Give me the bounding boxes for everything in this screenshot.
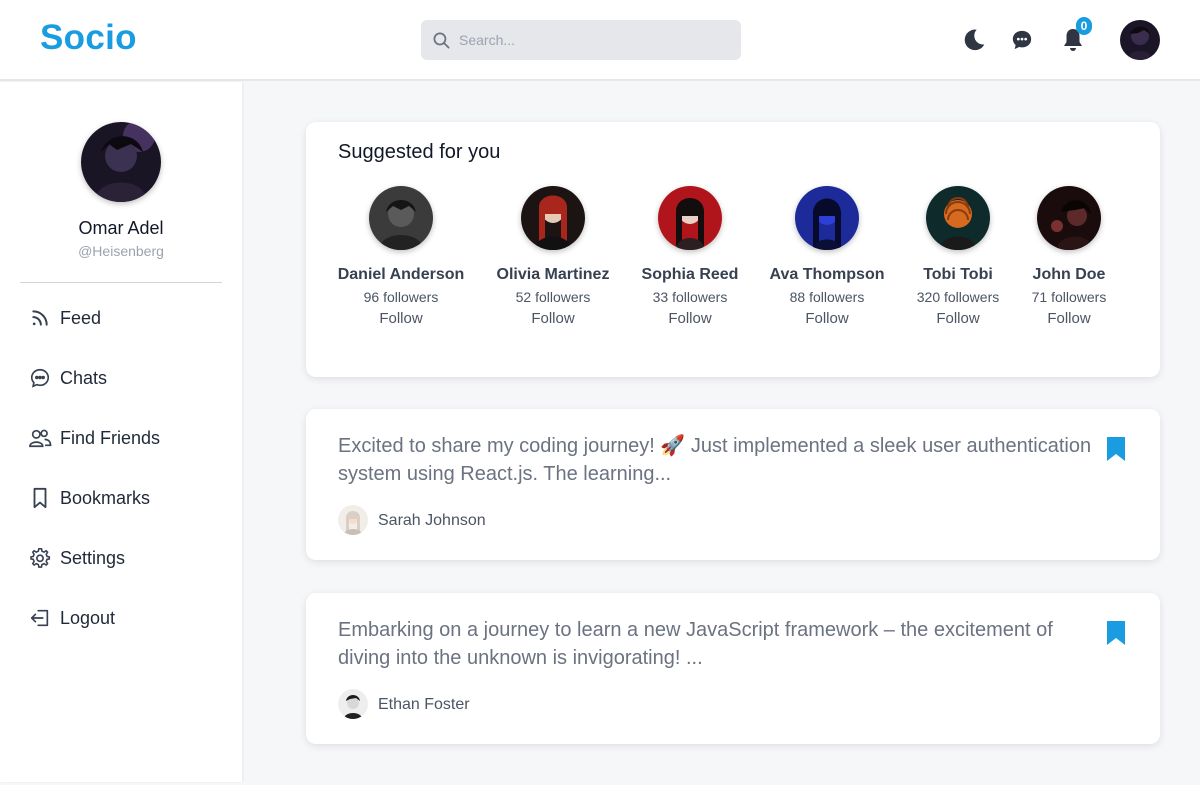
suggested-user-followers: 33 followers [652,289,728,305]
profile-name[interactable]: Omar Adel [0,218,242,239]
chat-bubble-icon [28,366,52,390]
suggested-user-avatar[interactable] [658,186,722,250]
follow-button[interactable]: Follow [994,310,1144,327]
sidebar-item-logout[interactable]: Logout [28,603,228,633]
post-author-name[interactable]: Ethan Foster [378,696,470,714]
post-author-avatar[interactable] [338,505,368,535]
profile-avatar[interactable] [81,122,161,202]
suggested-user-avatar[interactable] [795,186,859,250]
app-logo[interactable]: Socio [40,18,137,58]
sidebar-item-settings[interactable]: Settings [28,543,228,573]
suggested-user-followers: 52 followers [515,289,591,305]
sidebar-item-label: Logout [60,607,116,628]
suggested-user-followers: 88 followers [789,289,865,305]
suggested-user: John Doe 71 followers Follow [994,186,1144,327]
search-icon [432,31,451,55]
search-bar[interactable] [421,20,741,60]
sidebar-item-chats[interactable]: Chats [28,363,228,393]
search-input[interactable] [459,20,729,60]
suggested-user-name[interactable]: Ava Thompson [752,266,902,284]
bookmark-outline-icon [28,486,52,510]
rss-icon [28,306,52,330]
sidebar-item-label: Bookmarks [60,487,151,508]
suggested-user-followers: 96 followers [363,289,439,305]
left-sidebar: Omar Adel @Heisenberg Feed Chats Find Fr… [0,82,242,782]
post-card[interactable]: Embarking on a journey to learn a new Ja… [306,593,1160,744]
suggested-user-avatar[interactable] [521,186,585,250]
post-card[interactable]: Excited to share my coding journey! 🚀 Ju… [306,409,1160,560]
sidebar-item-find-friends[interactable]: Find Friends [28,423,228,453]
suggested-user-name[interactable]: Sophia Reed [615,266,765,284]
suggested-user: Olivia Martinez 52 followers Follow [478,186,628,327]
suggested-user-avatar[interactable] [369,186,433,250]
suggestions-title: Suggested for you [338,141,501,163]
suggested-user-name[interactable]: John Doe [994,266,1144,284]
moon-icon[interactable] [961,27,987,58]
header-avatar[interactable] [1120,20,1160,60]
follow-button[interactable]: Follow [615,310,765,327]
post-text[interactable]: Excited to share my coding journey! 🚀 Ju… [338,432,1098,488]
bookmark-icon[interactable] [1106,620,1126,651]
post-author-name[interactable]: Sarah Johnson [378,512,486,530]
suggested-user-followers: 71 followers [1031,289,1107,305]
chat-icon[interactable] [1011,29,1033,56]
follow-button[interactable]: Follow [478,310,628,327]
suggested-user-name[interactable]: Daniel Anderson [326,266,476,284]
suggested-user: Ava Thompson 88 followers Follow [752,186,902,327]
profile-handle: @Heisenberg [78,243,164,259]
post-text[interactable]: Embarking on a journey to learn a new Ja… [338,616,1098,672]
bookmark-icon[interactable] [1106,436,1126,467]
post-author-avatar[interactable] [338,689,368,719]
sidebar-item-label: Feed [60,307,102,328]
suggested-user-name[interactable]: Olivia Martinez [478,266,628,284]
suggested-user: Sophia Reed 33 followers Follow [615,186,765,327]
sidebar-item-label: Chats [60,367,108,388]
suggestions-card: Suggested for you Daniel Anderson 96 fol… [306,122,1160,377]
sidebar-item-feed[interactable]: Feed [28,303,228,333]
follow-button[interactable]: Follow [752,310,902,327]
suggested-user-avatar[interactable] [1037,186,1101,250]
logout-icon [28,606,52,630]
notification-badge: 0 [1076,17,1092,35]
sidebar-item-label: Find Friends [60,427,161,448]
sidebar-item-label: Settings [60,547,126,568]
users-icon [28,426,52,450]
top-header: Socio 0 [0,0,1200,81]
gear-icon [28,546,52,570]
suggested-user: Daniel Anderson 96 followers Follow [326,186,476,327]
suggested-user-avatar[interactable] [926,186,990,250]
sidebar-divider [20,282,222,283]
sidebar-item-bookmarks[interactable]: Bookmarks [28,483,228,513]
follow-button[interactable]: Follow [326,310,476,327]
